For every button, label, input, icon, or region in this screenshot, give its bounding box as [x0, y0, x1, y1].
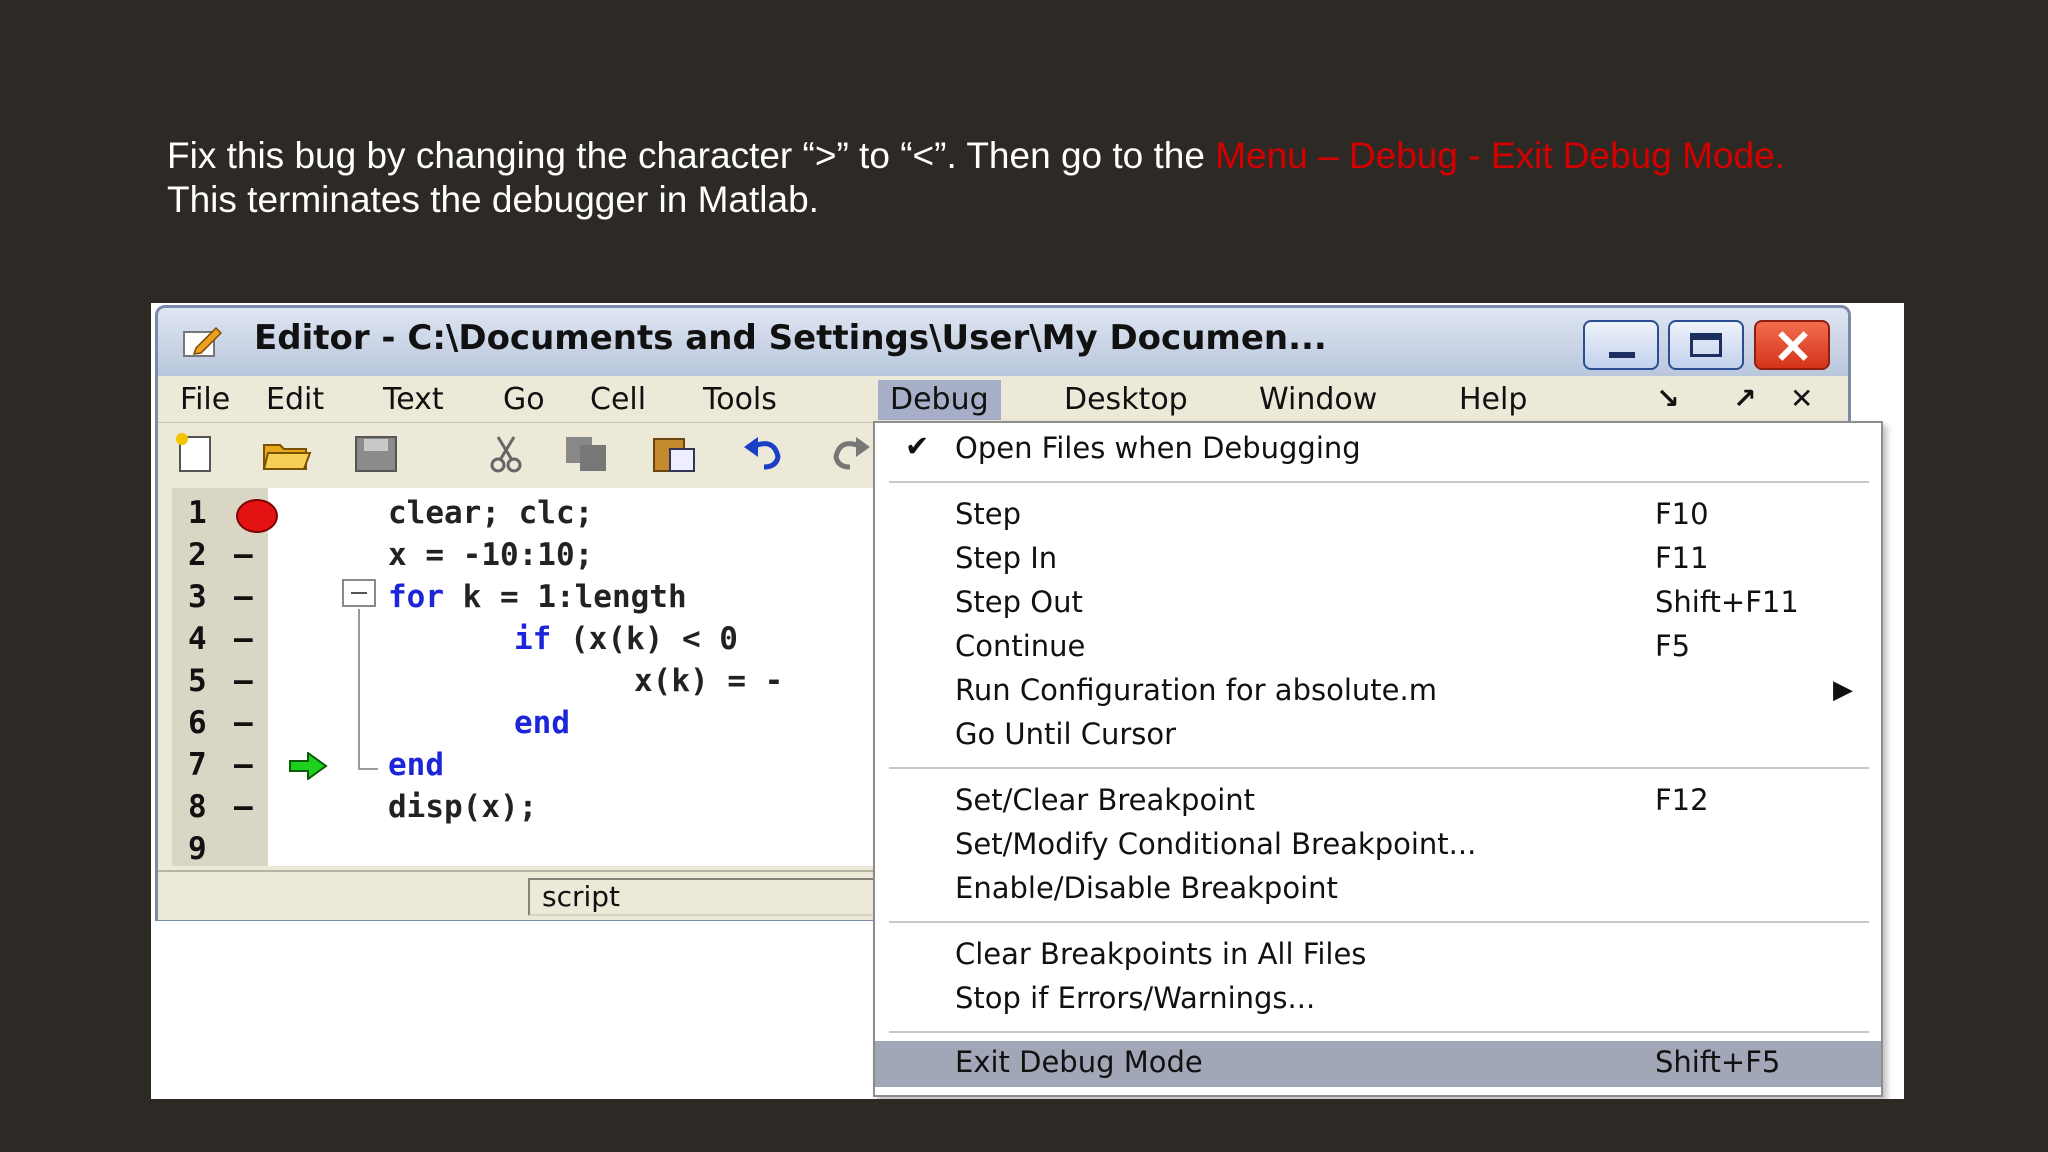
menu-separator [889, 767, 1869, 769]
menu-cell[interactable]: Cell [578, 380, 658, 420]
undo-icon[interactable] [736, 431, 792, 475]
line-number: 4 [188, 621, 207, 657]
maximize-button[interactable] [1668, 320, 1744, 370]
menu-item-step[interactable]: Step F10 [875, 493, 1881, 537]
menu-debug[interactable]: Debug [878, 380, 1001, 420]
new-file-icon[interactable] [168, 431, 224, 475]
close-document-icon[interactable]: ✕ [1790, 382, 1813, 415]
breakpoint-slot[interactable]: — [234, 702, 253, 744]
editor-app-icon [183, 326, 222, 357]
menu-item-clear-breakpoints-all-files[interactable]: Clear Breakpoints in All Files [875, 933, 1881, 977]
code-line-5: x(k) = - [634, 663, 784, 699]
line-number: 2 [188, 537, 207, 573]
menu-item-open-files-when-debugging[interactable]: ✔ Open Files when Debugging [875, 427, 1881, 471]
fold-guide [358, 609, 360, 769]
code-line-4: if (x(k) < 0 [514, 621, 738, 657]
line-number: 5 [188, 663, 207, 699]
title-bar[interactable]: Editor - C:\Documents and Settings\User\… [158, 308, 1848, 376]
close-button[interactable] [1754, 320, 1830, 370]
line-number: 7 [188, 747, 207, 783]
checkmark-icon: ✔ [905, 429, 930, 463]
keyword: if [514, 621, 552, 657]
code-fold-toggle[interactable] [342, 579, 376, 607]
menu-help[interactable]: Help [1447, 380, 1539, 420]
menu-item-set-clear-breakpoint[interactable]: Set/Clear Breakpoint F12 [875, 779, 1881, 823]
line-number: 3 [188, 579, 207, 615]
submenu-arrow-icon: ▶ [1833, 675, 1853, 705]
status-file-type: script [528, 878, 928, 916]
line-number: 6 [188, 705, 207, 741]
keyword: for [388, 579, 444, 615]
breakpoint-slot[interactable]: — [234, 660, 253, 702]
execution-arrow-icon [289, 752, 328, 780]
save-icon[interactable] [348, 431, 404, 475]
copy-icon[interactable] [558, 431, 614, 475]
paste-icon[interactable] [646, 431, 702, 475]
menu-tools[interactable]: Tools [691, 380, 789, 420]
menu-window[interactable]: Window [1247, 380, 1389, 420]
menu-item-go-until-cursor[interactable]: Go Until Cursor [875, 713, 1881, 757]
breakpoint-slot[interactable]: — [234, 786, 253, 828]
menu-item-continue[interactable]: Continue F5 [875, 625, 1881, 669]
line-number: 8 [188, 789, 207, 825]
slide: Fix this bug by changing the character “… [0, 0, 2048, 1152]
menu-item-step-in[interactable]: Step In F11 [875, 537, 1881, 581]
line-number: 9 [188, 831, 207, 867]
instruction-highlight: Menu – Debug - Exit Debug Mode. [1215, 135, 1785, 176]
instruction-line1: Fix this bug by changing the character “… [167, 135, 1216, 176]
menu-item-stop-if-errors[interactable]: Stop if Errors/Warnings... [875, 977, 1881, 1021]
breakpoint-slot[interactable]: — [234, 576, 253, 618]
minimize-button[interactable] [1583, 320, 1659, 370]
line-gutter [172, 488, 268, 866]
code-line-3: for k = 1:length [388, 579, 687, 615]
code-line-6: end [514, 705, 570, 741]
breakpoint-slot[interactable]: — [234, 744, 253, 786]
menu-edit[interactable]: Edit [254, 380, 336, 420]
menu-desktop[interactable]: Desktop [1052, 380, 1200, 420]
line-number: 1 [188, 495, 207, 531]
menu-separator [889, 921, 1869, 923]
screenshot-panel: Editor - C:\Documents and Settings\User\… [151, 303, 1904, 1099]
undock-icon[interactable]: ↗ [1733, 382, 1756, 415]
open-folder-icon[interactable] [258, 431, 314, 475]
instruction-text: Fix this bug by changing the character “… [167, 134, 1967, 222]
code-line-1: clear; clc; [388, 495, 594, 531]
breakpoint-slot[interactable]: — [234, 618, 253, 660]
fold-guide-end [358, 768, 378, 770]
code-line-7: end [388, 747, 444, 783]
menu-item-enable-disable-breakpoint[interactable]: Enable/Disable Breakpoint [875, 867, 1881, 911]
menu-separator [889, 1031, 1869, 1033]
menu-go[interactable]: Go [491, 380, 557, 420]
dock-icon[interactable]: ↘ [1656, 382, 1679, 415]
redo-icon[interactable] [822, 431, 878, 475]
instruction-line2: This terminates the debugger in Matlab. [167, 179, 819, 220]
debug-menu-dropdown: ✔ Open Files when Debugging Step F10 Ste… [873, 421, 1883, 1097]
menu-item-exit-debug-mode[interactable]: Exit Debug Mode Shift+F5 [875, 1041, 1881, 1087]
cut-icon[interactable] [478, 431, 534, 475]
menu-separator [889, 481, 1869, 483]
code-line-2: x = -10:10; [388, 537, 594, 573]
menu-file[interactable]: File [168, 380, 242, 420]
menu-item-run-configuration[interactable]: Run Configuration for absolute.m ▶ [875, 669, 1881, 713]
menu-bar: File Edit Text Go Cell Tools Debug Deskt… [158, 376, 1848, 422]
window-title: Editor - C:\Documents and Settings\User\… [254, 318, 1327, 358]
menu-item-step-out[interactable]: Step Out Shift+F11 [875, 581, 1881, 625]
menu-text[interactable]: Text [371, 380, 456, 420]
menu-item-set-modify-conditional-breakpoint[interactable]: Set/Modify Conditional Breakpoint... [875, 823, 1881, 867]
code-line-8: disp(x); [388, 789, 538, 825]
breakpoint-slot[interactable]: — [234, 534, 253, 576]
breakpoint-icon[interactable] [236, 499, 278, 533]
